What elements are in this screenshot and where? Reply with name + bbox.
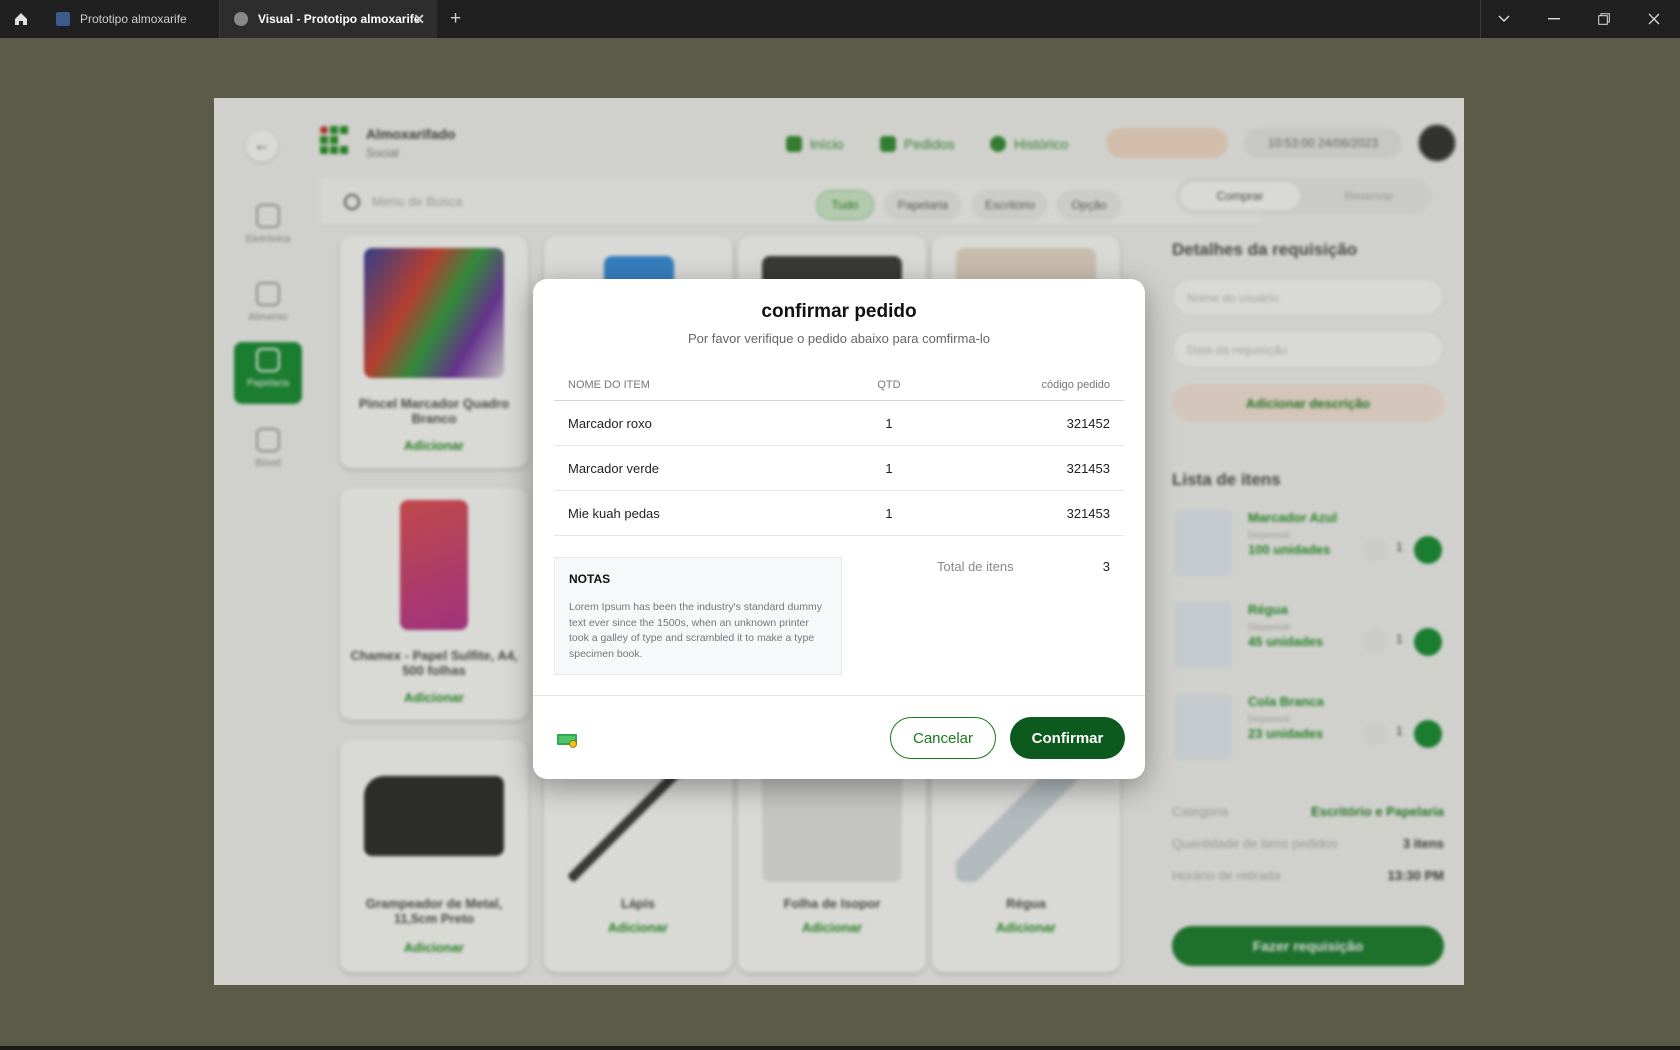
chevron-down-icon[interactable]	[1494, 9, 1514, 29]
item-name: Mie kuah pedas	[568, 506, 660, 521]
order-table: NOME DO ITEM QTD código pedido Marcador …	[554, 369, 1124, 536]
tab-label: Visual - Prototipo almoxarife	[258, 12, 421, 26]
dialog-title: confirmar pedido	[761, 301, 917, 322]
total-items-value: 3	[1102, 559, 1110, 574]
item-qty: 1	[885, 416, 893, 431]
item-name: Marcador verde	[568, 461, 660, 476]
column-header-code: código pedido	[1041, 379, 1110, 391]
table-row: Marcador roxo 1 321452	[554, 401, 1124, 446]
new-tab-button[interactable]: +	[450, 8, 461, 30]
table-row: Marcador verde 1 321453	[554, 446, 1124, 491]
dialog-divider	[533, 695, 1145, 696]
dialog-subtitle: Por favor verifique o pedido abaixo para…	[687, 331, 991, 346]
order-code: 321453	[1066, 461, 1110, 476]
window-titlebar: Prototipo almoxarife Visual - Prototipo …	[0, 0, 1680, 38]
home-button[interactable]	[8, 4, 34, 34]
table-row: Mie kuah pedas 1 321453	[554, 491, 1124, 536]
titlebar-divider	[1480, 0, 1481, 38]
figma-file-icon	[56, 12, 70, 26]
close-tab-icon[interactable]: ✕	[413, 11, 425, 28]
close-window-button[interactable]	[1644, 9, 1664, 29]
tab-label: Prototipo almoxarife	[80, 12, 187, 26]
order-code: 321453	[1066, 506, 1110, 521]
restore-button[interactable]	[1594, 9, 1614, 29]
notes-box: NOTAS Lorem Ipsum has been the industry'…	[554, 557, 842, 675]
order-code: 321452	[1066, 416, 1110, 431]
confirm-order-dialog: confirmar pedido Por favor verifique o p…	[533, 279, 1145, 779]
item-qty: 1	[885, 461, 893, 476]
item-qty: 1	[885, 506, 893, 521]
money-icon	[557, 734, 577, 748]
notes-body: Lorem Ipsum has been the industry's stan…	[569, 601, 822, 660]
table-header: NOME DO ITEM QTD código pedido	[554, 369, 1124, 401]
home-icon	[15, 13, 27, 25]
item-name: Marcador roxo	[568, 416, 652, 431]
tab-visual-prototipo[interactable]: Visual - Prototipo almoxarife ✕	[220, 0, 437, 38]
minimize-button[interactable]	[1544, 9, 1564, 29]
confirm-button[interactable]: Confirmar	[1010, 717, 1125, 759]
play-icon	[234, 12, 248, 26]
notes-title: NOTAS	[569, 572, 611, 586]
cancel-button[interactable]: Cancelar	[890, 717, 996, 759]
column-header-qty: QTD	[877, 379, 901, 391]
window-bottom-edge	[0, 1046, 1680, 1050]
column-header-item: NOME DO ITEM	[568, 379, 650, 391]
tab-prototipo[interactable]: Prototipo almoxarife	[42, 0, 220, 38]
total-items-label: Total de itens	[937, 559, 1014, 574]
